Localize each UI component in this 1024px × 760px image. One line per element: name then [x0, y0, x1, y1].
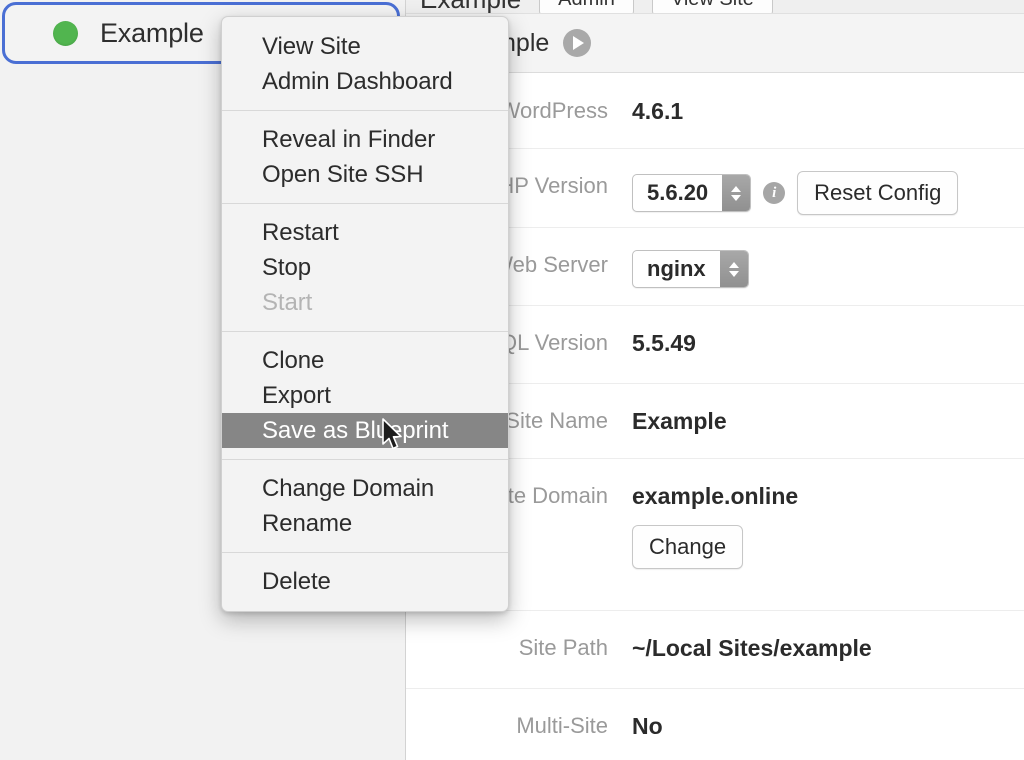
menu-item-change-domain[interactable]: Change Domain: [222, 471, 508, 506]
menu-separator: [222, 203, 508, 204]
menu-item-export[interactable]: Export: [222, 378, 508, 413]
selected-value: nginx: [633, 251, 720, 287]
detail-row: Multi-SiteNo: [406, 689, 1024, 760]
menu-item-admin-dashboard[interactable]: Admin Dashboard: [222, 64, 508, 99]
menu-item-stop[interactable]: Stop: [222, 250, 508, 285]
menu-item-view-site[interactable]: View Site: [222, 29, 508, 64]
chevron-up-icon[interactable]: [729, 262, 739, 268]
chevron-down-icon[interactable]: [731, 195, 741, 201]
detail-row-value-text: 4.6.1: [632, 96, 683, 126]
detail-row-value-text: example.online: [632, 481, 798, 511]
detail-row-value: example.online Change: [632, 481, 1024, 569]
change-domain-button[interactable]: Change: [632, 525, 743, 569]
detail-row-value-text: ~/Local Sites/example: [632, 633, 872, 663]
value-with-action: example.online Change: [632, 481, 798, 569]
menu-item-restart[interactable]: Restart: [222, 215, 508, 250]
selected-value: 5.6.20: [633, 175, 722, 211]
detail-row-value-text: No: [632, 711, 663, 741]
detail-row-value: 4.6.1: [632, 96, 1024, 126]
detail-row: Site Path~/Local Sites/example: [406, 611, 1024, 689]
site-context-menu[interactable]: View SiteAdmin Dashboard Reveal in Finder…: [221, 16, 509, 612]
detail-row-value: Example: [632, 406, 1024, 436]
detail-row-value: 5.6.20 i Reset Config: [632, 171, 1024, 215]
menu-item-reveal-in-finder[interactable]: Reveal in Finder: [222, 122, 508, 157]
detail-row-label: Multi-Site: [406, 711, 632, 741]
menu-separator: [222, 110, 508, 111]
menu-item-rename[interactable]: Rename: [222, 506, 508, 541]
menu-item-save-as-blueprint[interactable]: Save as Blueprint: [222, 413, 508, 448]
detail-site-title: Example: [420, 0, 521, 14]
chevron-up-icon[interactable]: [731, 186, 741, 192]
stepper-arrows-icon[interactable]: [720, 251, 748, 287]
menu-item-start: Start: [222, 285, 508, 320]
menu-separator: [222, 331, 508, 332]
site-list-item-label: Example: [100, 18, 204, 49]
detail-row-value: No: [632, 711, 1024, 741]
detail-row-value: ~/Local Sites/example: [632, 633, 1024, 663]
site-status-dot-running: [53, 21, 78, 46]
detail-row-value: nginx: [632, 250, 1024, 288]
menu-separator: [222, 552, 508, 553]
stepper-arrows-icon[interactable]: [722, 175, 750, 211]
detail-row-value-text: Example: [632, 406, 727, 436]
php-version-stepper[interactable]: 5.6.20: [632, 174, 751, 212]
info-icon[interactable]: i: [763, 182, 785, 204]
menu-item-clone[interactable]: Clone: [222, 343, 508, 378]
detail-row-label: Site Path: [406, 633, 632, 663]
menu-item-delete[interactable]: Delete: [222, 564, 508, 599]
menu-separator: [222, 459, 508, 460]
reset-config-button[interactable]: Reset Config: [797, 171, 958, 215]
admin-button[interactable]: Admin: [539, 0, 634, 14]
view-site-button[interactable]: View Site: [652, 0, 773, 14]
menu-item-open-site-ssh[interactable]: Open Site SSH: [222, 157, 508, 192]
play-icon[interactable]: [563, 29, 591, 57]
chevron-down-icon[interactable]: [729, 271, 739, 277]
web-server-select[interactable]: nginx: [632, 250, 749, 288]
detail-row-value: 5.5.49: [632, 328, 1024, 358]
detail-row-value-text: 5.5.49: [632, 328, 696, 358]
detail-topbar: Example Admin View Site: [406, 0, 1024, 14]
app-window: Example Example Admin View Site ~/Local …: [0, 0, 1024, 760]
